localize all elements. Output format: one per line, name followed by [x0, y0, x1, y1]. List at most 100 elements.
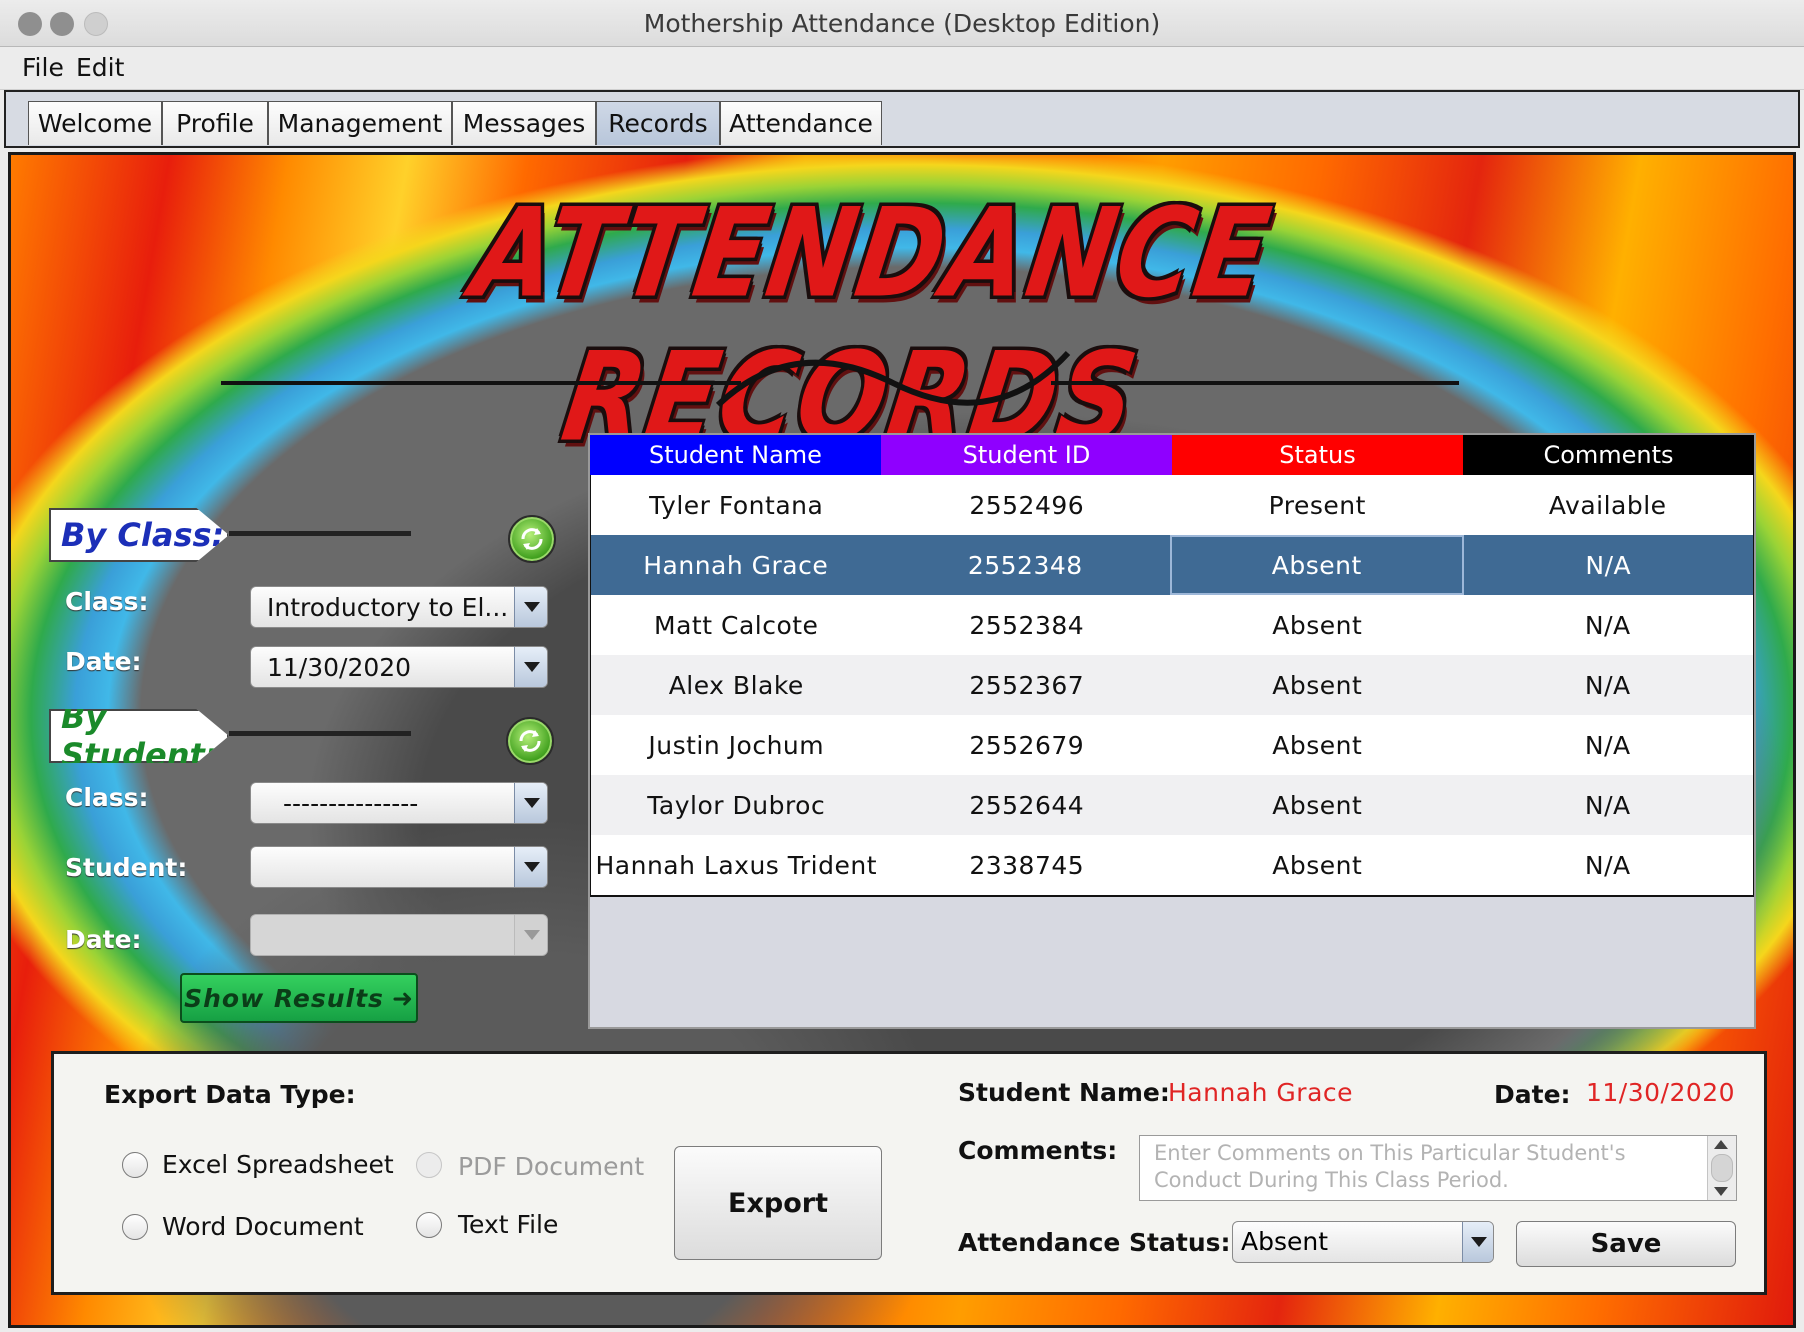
- table-row[interactable]: Matt Calcote 2552384 Absent N/A: [591, 595, 1753, 655]
- chevron-down-icon: [514, 587, 547, 627]
- by-class-badge: By Class:: [49, 508, 229, 562]
- table-row[interactable]: Taylor Dubroc 2552644 Absent N/A: [591, 775, 1753, 835]
- attendance-status-value: Absent: [1241, 1227, 1329, 1256]
- hero-divider-left: [221, 381, 741, 385]
- by-student-date-label: Date:: [65, 925, 142, 954]
- table-row[interactable]: Alex Blake 2552367 Absent N/A: [591, 655, 1753, 715]
- cell-student-id[interactable]: 2552644: [882, 775, 1173, 835]
- menu-bar: File Edit: [0, 47, 1804, 90]
- window-title: Mothership Attendance (Desktop Edition): [643, 9, 1161, 38]
- radio-excel[interactable]: [122, 1152, 148, 1178]
- cell-status[interactable]: Absent: [1172, 775, 1463, 835]
- by-student-date-select[interactable]: [250, 914, 548, 956]
- by-student-student-select[interactable]: [250, 846, 548, 888]
- attendance-status-label: Attendance Status:: [958, 1228, 1231, 1257]
- cell-student-id[interactable]: 2552348: [881, 535, 1171, 595]
- cell-student-name[interactable]: Tyler Fontana: [591, 475, 882, 535]
- show-results-label: Show Results: [184, 983, 384, 1013]
- tab-records[interactable]: Records: [596, 101, 720, 145]
- cell-student-id[interactable]: 2552679: [882, 715, 1173, 775]
- by-class-class-select[interactable]: Introductory to El...: [250, 586, 548, 628]
- cell-comments[interactable]: N/A: [1463, 715, 1754, 775]
- cell-comments[interactable]: N/A: [1463, 655, 1754, 715]
- table-row[interactable]: Hannah Laxus Trident 2338745 Absent N/A: [591, 835, 1753, 895]
- column-header-comments[interactable]: Comments: [1463, 435, 1754, 475]
- by-student-divider: [229, 731, 411, 736]
- app-window: Mothership Attendance (Desktop Edition) …: [0, 0, 1804, 1332]
- cell-comments[interactable]: Available: [1463, 475, 1754, 535]
- comments-textarea[interactable]: Enter Comments on This Particular Studen…: [1139, 1135, 1737, 1201]
- arrow-right-icon: ➜: [391, 983, 414, 1013]
- table-header: Student Name Student ID Status Comments: [590, 435, 1754, 475]
- student-name-label: Student Name:: [958, 1078, 1170, 1107]
- cell-comments[interactable]: N/A: [1463, 595, 1754, 655]
- radio-pdf-label[interactable]: PDF Document: [458, 1152, 644, 1181]
- cell-status[interactable]: Absent: [1170, 535, 1464, 595]
- scroll-thumb[interactable]: [1711, 1154, 1733, 1182]
- records-canvas: ATTENDANCE RECORDS By Class: Class: Intr…: [11, 155, 1793, 1325]
- cell-status[interactable]: Present: [1172, 475, 1463, 535]
- cell-status[interactable]: Absent: [1172, 655, 1463, 715]
- by-student-class-value: ---------------: [283, 789, 419, 818]
- refresh-student-icon[interactable]: [506, 717, 554, 765]
- radio-word[interactable]: [122, 1214, 148, 1240]
- attendance-status-select[interactable]: Absent: [1232, 1221, 1494, 1263]
- radio-text-file-label[interactable]: Text File: [458, 1210, 558, 1239]
- student-name-value: Hannah Grace: [1168, 1078, 1354, 1107]
- records-table: Student Name Student ID Status Comments …: [588, 433, 1756, 1029]
- tab-welcome[interactable]: Welcome: [28, 101, 162, 145]
- cell-status[interactable]: Absent: [1172, 595, 1463, 655]
- refresh-class-icon[interactable]: [508, 515, 556, 563]
- cell-student-name[interactable]: Taylor Dubroc: [591, 775, 882, 835]
- cell-student-id[interactable]: 2338745: [882, 835, 1173, 895]
- cell-comments[interactable]: N/A: [1464, 535, 1754, 595]
- table-body: Tyler Fontana 2552496 Present Available …: [590, 475, 1754, 897]
- radio-text-file[interactable]: [416, 1212, 442, 1238]
- by-class-class-label: Class:: [65, 587, 149, 616]
- tab-profile[interactable]: Profile: [162, 101, 268, 145]
- cell-student-id[interactable]: 2552367: [882, 655, 1173, 715]
- column-header-student-name[interactable]: Student Name: [590, 435, 881, 475]
- radio-excel-label[interactable]: Excel Spreadsheet: [162, 1150, 394, 1179]
- radio-word-label[interactable]: Word Document: [162, 1212, 364, 1241]
- chevron-down-icon: [514, 847, 547, 887]
- cell-comments[interactable]: N/A: [1463, 835, 1754, 895]
- show-results-button[interactable]: Show Results ➜: [180, 973, 418, 1023]
- cell-status[interactable]: Absent: [1172, 835, 1463, 895]
- date-label: Date:: [1494, 1080, 1571, 1109]
- by-class-date-label: Date:: [65, 647, 142, 676]
- chevron-down-icon: [514, 915, 547, 955]
- table-row[interactable]: Tyler Fontana 2552496 Present Available: [591, 475, 1753, 535]
- cell-student-name[interactable]: Justin Jochum: [591, 715, 882, 775]
- table-row[interactable]: Justin Jochum 2552679 Absent N/A: [591, 715, 1753, 775]
- column-header-status[interactable]: Status: [1172, 435, 1463, 475]
- cell-student-name[interactable]: Hannah Laxus Trident: [591, 835, 882, 895]
- cell-comments[interactable]: N/A: [1463, 775, 1754, 835]
- save-button[interactable]: Save: [1516, 1221, 1736, 1267]
- cell-student-id[interactable]: 2552384: [882, 595, 1173, 655]
- menu-edit[interactable]: Edit: [76, 53, 124, 82]
- by-class-date-select[interactable]: 11/30/2020: [250, 646, 548, 688]
- column-header-student-id[interactable]: Student ID: [881, 435, 1172, 475]
- table-row-selected[interactable]: Hannah Grace 2552348 Absent N/A: [591, 535, 1753, 595]
- menu-file[interactable]: File: [22, 53, 64, 82]
- hero-divider-right: [1051, 381, 1459, 385]
- comments-scrollbar[interactable]: [1707, 1136, 1736, 1200]
- export-button[interactable]: Export: [674, 1146, 882, 1260]
- tab-management[interactable]: Management: [268, 101, 452, 145]
- scroll-down-icon[interactable]: [1714, 1187, 1728, 1196]
- tab-messages[interactable]: Messages: [452, 101, 596, 145]
- cell-student-name[interactable]: Alex Blake: [591, 655, 882, 715]
- cell-student-id[interactable]: 2552496: [882, 475, 1173, 535]
- date-value: 11/30/2020: [1586, 1078, 1736, 1107]
- hero-title: ATTENDANCE RECORDS: [464, 181, 1281, 469]
- by-student-class-select[interactable]: ---------------: [250, 782, 548, 824]
- hero-swoosh-icon: [715, 350, 1071, 408]
- radio-pdf[interactable]: [416, 1152, 442, 1178]
- by-class-divider: [229, 531, 411, 536]
- cell-student-name[interactable]: Matt Calcote: [591, 595, 882, 655]
- scroll-up-icon[interactable]: [1714, 1140, 1728, 1149]
- cell-student-name[interactable]: Hannah Grace: [591, 535, 881, 595]
- tab-attendance[interactable]: Attendance: [720, 101, 882, 145]
- cell-status[interactable]: Absent: [1172, 715, 1463, 775]
